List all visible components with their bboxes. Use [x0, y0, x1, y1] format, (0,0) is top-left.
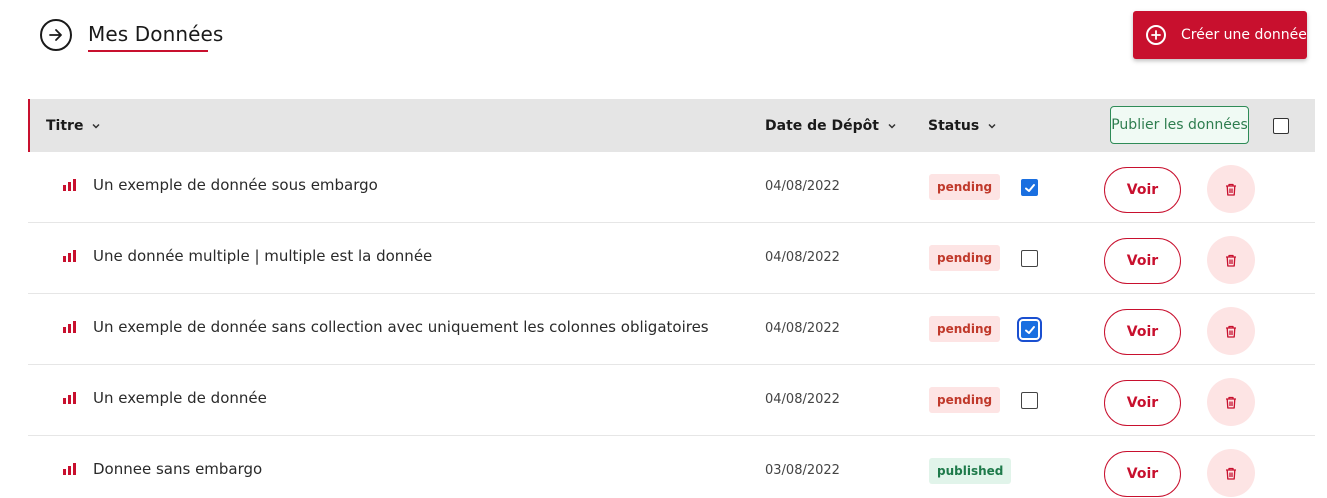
back-button[interactable]: [40, 19, 72, 51]
view-button[interactable]: Voir: [1104, 451, 1181, 497]
column-title-label: Titre: [46, 117, 84, 134]
trash-icon: [1226, 396, 1236, 409]
column-date-label: Date de Dépôt: [765, 117, 879, 134]
checkmark-icon: [1024, 183, 1035, 192]
view-button[interactable]: Voir: [1104, 238, 1181, 284]
checkmark-icon: [1024, 325, 1035, 334]
row-select-checkbox[interactable]: [1021, 179, 1038, 196]
status-badge: pending: [929, 245, 1001, 271]
row-date: 04/08/2022: [765, 179, 840, 194]
page-title: Mes Données: [88, 22, 224, 46]
trash-icon: [1226, 467, 1236, 480]
bar-chart-icon: [63, 321, 76, 333]
bar-chart-icon: [63, 179, 76, 191]
trash-icon: [1226, 254, 1236, 267]
status-badge: pending: [929, 316, 1001, 342]
table-row: Donnee sans embargo 03/08/2022 published…: [28, 436, 1315, 498]
row-date: 04/08/2022: [765, 392, 840, 407]
bar-chart-icon: [63, 463, 76, 475]
chevron-down-icon: [887, 121, 897, 131]
arrow-right-icon: [49, 29, 62, 41]
row-title: Un exemple de donnée: [93, 389, 267, 407]
row-title: Une donnée multiple | multiple est la do…: [93, 247, 433, 265]
chevron-down-icon: [91, 121, 101, 131]
bar-chart-icon: [63, 392, 76, 404]
view-button[interactable]: Voir: [1104, 167, 1181, 213]
trash-icon: [1226, 183, 1236, 196]
publish-data-button[interactable]: Publier les données: [1110, 106, 1249, 144]
top-bar: Mes Données Créer une donnée: [0, 0, 1327, 98]
column-header-status[interactable]: Status: [928, 99, 997, 152]
column-status-label: Status: [928, 117, 980, 134]
column-header-title[interactable]: Titre: [46, 99, 101, 152]
title-underline: [88, 50, 208, 52]
table-header: Titre Date de Dépôt Status Publier les d…: [28, 99, 1315, 152]
trash-icon: [1226, 325, 1236, 338]
row-select-checkbox[interactable]: [1021, 392, 1038, 409]
table-row: Un exemple de donnée 04/08/2022 pending …: [28, 365, 1315, 436]
create-data-button[interactable]: Créer une donnée: [1133, 11, 1307, 59]
select-all-checkbox[interactable]: [1273, 118, 1289, 134]
table-row: Un exemple de donnée sans collection ave…: [28, 294, 1315, 365]
bar-chart-icon: [63, 250, 76, 262]
row-select-checkbox[interactable]: [1017, 317, 1042, 342]
row-title: Un exemple de donnée sous embargo: [93, 176, 378, 194]
delete-button[interactable]: [1207, 307, 1255, 355]
table-row: Un exemple de donnée sous embargo 04/08/…: [28, 152, 1315, 223]
row-title: Un exemple de donnée sans collection ave…: [93, 318, 709, 336]
row-date: 04/08/2022: [765, 250, 840, 265]
row-date: 03/08/2022: [765, 463, 840, 478]
delete-button[interactable]: [1207, 378, 1255, 426]
view-button[interactable]: Voir: [1104, 380, 1181, 426]
delete-button[interactable]: [1207, 236, 1255, 284]
table-row: Une donnée multiple | multiple est la do…: [28, 223, 1315, 294]
status-badge: published: [929, 458, 1012, 484]
status-badge: pending: [929, 387, 1001, 413]
status-badge: pending: [929, 174, 1001, 200]
chevron-down-icon: [987, 121, 997, 131]
column-header-date[interactable]: Date de Dépôt: [765, 99, 897, 152]
row-date: 04/08/2022: [765, 321, 840, 336]
delete-button[interactable]: [1207, 165, 1255, 213]
row-title: Donnee sans embargo: [93, 460, 263, 478]
view-button[interactable]: Voir: [1104, 309, 1181, 355]
row-select-checkbox[interactable]: [1021, 250, 1038, 267]
create-data-label: Créer une donnée: [1181, 27, 1307, 43]
plus-circle-icon: [1146, 25, 1166, 45]
delete-button[interactable]: [1207, 449, 1255, 497]
